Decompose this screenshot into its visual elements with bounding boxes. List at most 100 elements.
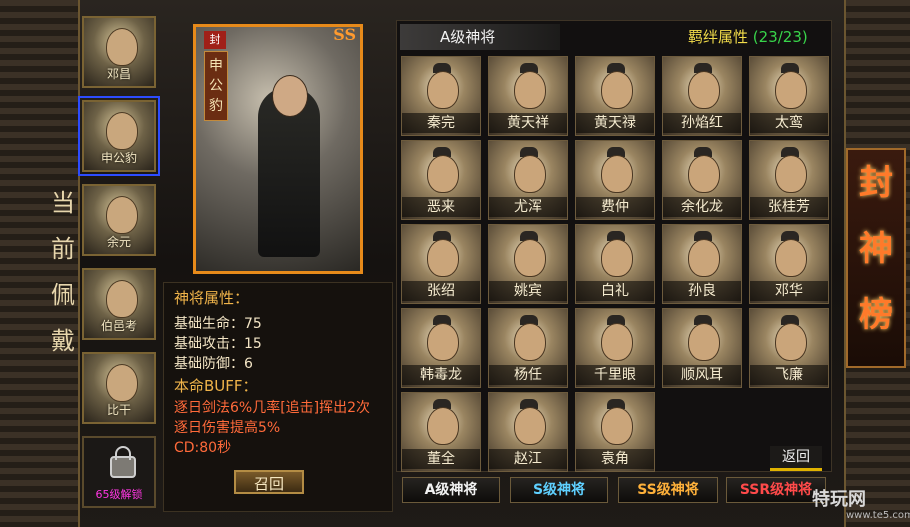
general-name: 张绍: [402, 281, 480, 301]
banner-char: 榜: [859, 295, 893, 335]
general-face: [514, 407, 546, 445]
general-face: [514, 71, 546, 109]
general-face: [427, 323, 459, 361]
general-name: 太鸾: [750, 113, 828, 133]
general-cell[interactable]: 白礼: [575, 224, 655, 304]
general-name: 孙良: [663, 281, 741, 301]
general-face: [775, 239, 807, 277]
general-name: 白礼: [576, 281, 654, 301]
general-name: 恶来: [402, 197, 480, 217]
general-face: [688, 239, 720, 277]
general-cell[interactable]: 孙良: [662, 224, 742, 304]
general-cell[interactable]: 孙焰红: [662, 56, 742, 136]
general-face: [688, 155, 720, 193]
general-name: 黄天禄: [576, 113, 654, 133]
tab-ss-grade[interactable]: SS级神将: [618, 477, 718, 503]
equipped-slot-3[interactable]: 余元: [82, 184, 156, 256]
tab-label: S级神将: [532, 482, 586, 498]
general-face: [775, 323, 807, 361]
name-char: 申: [209, 58, 223, 74]
slot-name: 邓昌: [106, 67, 131, 81]
tab-label: A级神将: [424, 482, 478, 498]
general-name: 尤浑: [489, 197, 567, 217]
grade-badge: SS: [333, 25, 356, 44]
general-name: 黄天祥: [489, 113, 567, 133]
general-cell[interactable]: 韩毒龙: [401, 308, 481, 388]
general-face: [601, 407, 633, 445]
general-cell[interactable]: 飞廉: [749, 308, 829, 388]
general-cell[interactable]: 顺风耳: [662, 308, 742, 388]
banner-char: 神: [859, 229, 893, 269]
slot-name: 申公豹: [100, 151, 137, 165]
general-face: [514, 155, 546, 193]
tab-s-grade[interactable]: S级神将: [510, 477, 608, 503]
general-cell[interactable]: 秦完: [401, 56, 481, 136]
general-cell[interactable]: 董全: [401, 392, 481, 472]
general-cell[interactable]: 邓华: [749, 224, 829, 304]
general-name: 张桂芳: [750, 197, 828, 217]
general-face: [775, 155, 807, 193]
title-char: 前: [51, 235, 75, 263]
general-face: [688, 71, 720, 109]
buff-title: 本命BUFF：: [174, 377, 258, 395]
tab-label: SSR级神将: [739, 482, 813, 498]
general-name: 姚宾: [489, 281, 567, 301]
title-char: 佩: [51, 281, 75, 309]
watermark-url: www.te5.com: [846, 510, 910, 521]
general-name: 费仲: [576, 197, 654, 217]
general-name: 杨任: [489, 365, 567, 385]
general-cell[interactable]: 千里眼: [575, 308, 655, 388]
portrait-face: [106, 280, 138, 318]
portrait-face: [106, 112, 138, 150]
title-char: 当: [51, 189, 75, 217]
general-name: 顺风耳: [663, 365, 741, 385]
portrait-face: [106, 28, 138, 66]
tab-ssr-grade[interactable]: SSR级神将: [726, 477, 826, 503]
slot-name: 余元: [106, 235, 131, 249]
recall-button[interactable]: 召回: [234, 470, 304, 494]
bond-attributes[interactable]: 羁绊属性 (23/23): [688, 26, 808, 47]
buff-line-1: 逐日剑法6%几率[追击]挥出2次: [174, 400, 371, 416]
general-cell[interactable]: 黄天禄: [575, 56, 655, 136]
watermark-logo: 特玩网: [812, 489, 866, 510]
stat-def: 基础防御：6: [174, 356, 253, 372]
general-name: 邓华: [750, 281, 828, 301]
equipped-slot-5[interactable]: 比干: [82, 352, 156, 424]
general-name: 韩毒龙: [402, 365, 480, 385]
equipped-slot-1[interactable]: 邓昌: [82, 16, 156, 88]
slot-name: 比干: [106, 403, 131, 417]
equipped-slot-2-selected[interactable]: 申公豹: [78, 96, 160, 176]
selected-general-card: 封 SS 申 公 豹: [193, 24, 363, 274]
general-cell[interactable]: 恶来: [401, 140, 481, 220]
portrait-face: [106, 364, 138, 402]
locked-slot[interactable]: 65级解锁: [82, 436, 156, 508]
general-cell[interactable]: 尤浑: [488, 140, 568, 220]
portrait-face: [106, 196, 138, 234]
general-name: 赵江: [489, 449, 567, 469]
general-cell[interactable]: 姚宾: [488, 224, 568, 304]
tab-a-grade[interactable]: A级神将: [402, 477, 500, 503]
equipped-slot-4[interactable]: 伯邑考: [82, 268, 156, 340]
slot-name: 伯邑考: [100, 319, 137, 333]
stat-hp: 基础生命：75: [174, 316, 262, 332]
general-face: [427, 239, 459, 277]
general-name: 余化龙: [663, 197, 741, 217]
general-cell[interactable]: 张绍: [401, 224, 481, 304]
fengshen-banner: 封 神 榜: [846, 148, 906, 368]
general-cell[interactable]: 张桂芳: [749, 140, 829, 220]
bond-count: (23/23): [752, 28, 808, 46]
lock-icon: [110, 446, 136, 478]
back-button[interactable]: 返回: [770, 446, 822, 471]
general-cell[interactable]: 杨任: [488, 308, 568, 388]
general-cell[interactable]: 太鸾: [749, 56, 829, 136]
general-cell[interactable]: 余化龙: [662, 140, 742, 220]
general-cell[interactable]: 费仲: [575, 140, 655, 220]
general-name: 秦完: [402, 113, 480, 133]
general-name: 孙焰红: [663, 113, 741, 133]
general-face: [427, 71, 459, 109]
general-name: 董全: [402, 449, 480, 469]
general-cell[interactable]: 赵江: [488, 392, 568, 472]
general-cell[interactable]: 黄天祥: [488, 56, 568, 136]
grid-tab-title: A级神将: [400, 24, 560, 50]
general-cell[interactable]: 袁角: [575, 392, 655, 472]
